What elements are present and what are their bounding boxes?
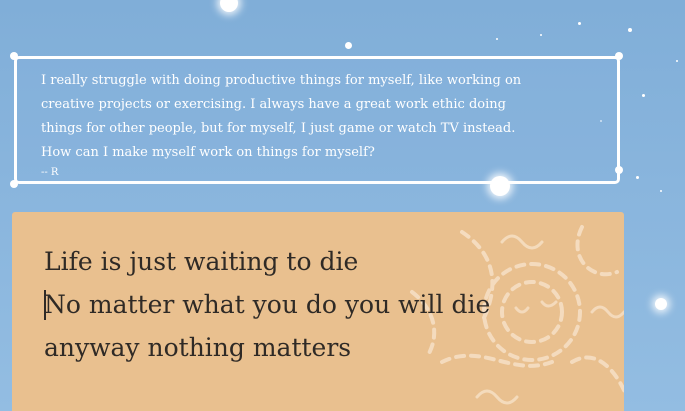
border-knot (10, 52, 18, 60)
night-sky-background: I really struggle with doing productive … (0, 0, 685, 411)
border-knot (615, 52, 623, 60)
border-knot (10, 180, 18, 188)
star (345, 42, 352, 49)
star (660, 190, 662, 192)
letter-body: I really struggle with doing productive … (41, 73, 522, 160)
star (636, 176, 639, 179)
border-knot (490, 176, 510, 196)
star (220, 0, 238, 12)
star (628, 28, 632, 32)
star (642, 94, 645, 97)
star (578, 22, 581, 25)
letter-signature: -- R (41, 167, 59, 178)
star (676, 60, 678, 62)
star (540, 34, 542, 36)
star (496, 38, 498, 40)
border-knot (615, 166, 623, 174)
letter-card: I really struggle with doing productive … (14, 56, 620, 184)
star (655, 298, 667, 310)
reply-paper[interactable]: Life is just waiting to die No matter wh… (12, 212, 624, 411)
text-cursor (44, 290, 46, 320)
reply-textarea[interactable]: Life is just waiting to die No matter wh… (44, 240, 544, 369)
